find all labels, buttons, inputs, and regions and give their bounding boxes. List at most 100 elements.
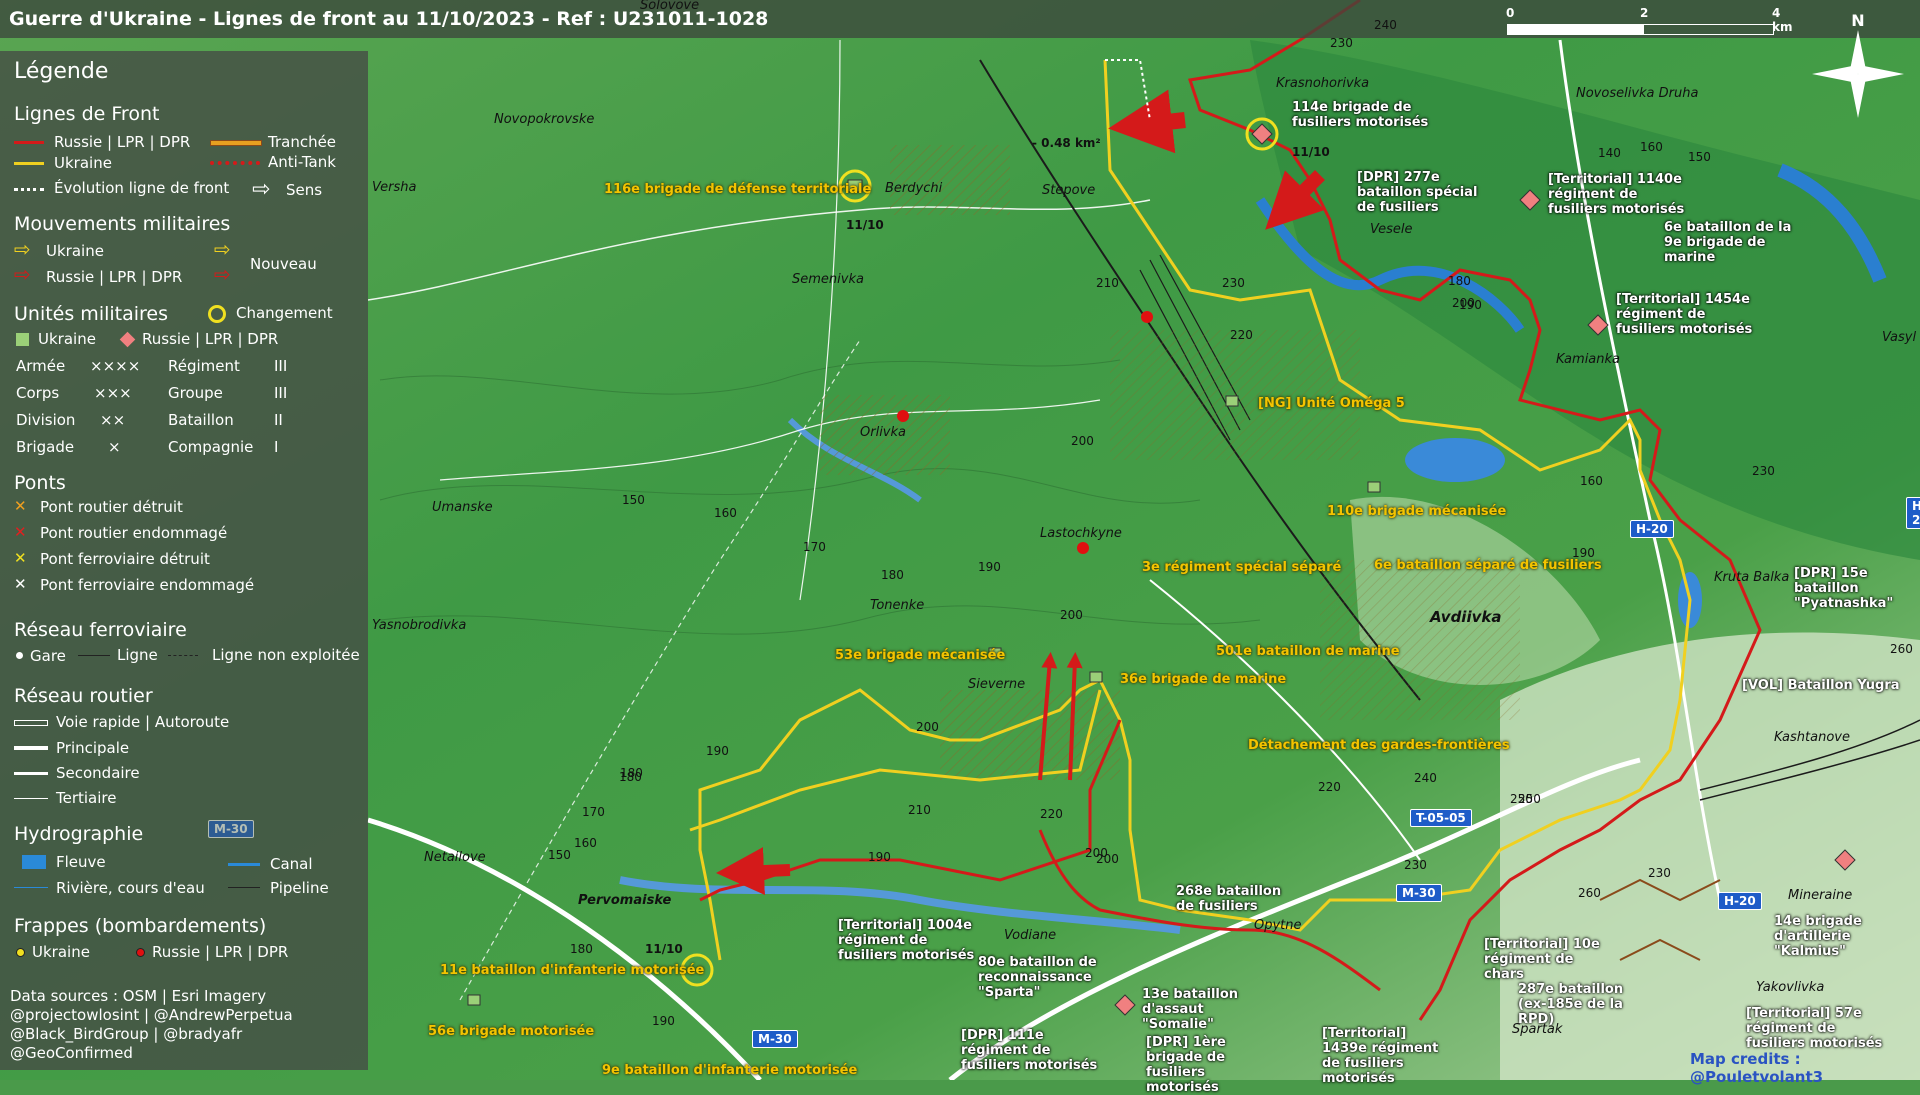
elevation-label: 200: [1060, 608, 1083, 622]
ru-unit-label: [Territorial] 10e régiment de chars: [1484, 937, 1600, 982]
elevation-label: 210: [908, 803, 931, 817]
legend-unit-division-sym: ××: [100, 411, 126, 429]
north-arrow-icon: N: [1812, 11, 1904, 118]
legend-panel: Légende Lignes de Front Russie | LPR | D…: [0, 51, 368, 1070]
lake-avdiivka: [1405, 438, 1505, 482]
road-label-m30: M-30: [1396, 884, 1442, 902]
ua-unit-label: 6e bataillon séparé de fusiliers: [1374, 558, 1602, 573]
scale-label-2: 2: [1640, 6, 1649, 20]
road-label-t0505: T-05-05: [1410, 809, 1472, 827]
ru-unit-label: 287e bataillon (ex-185e de la RPD): [1518, 982, 1624, 1027]
town-label: Veselе: [1370, 222, 1413, 237]
ua-unit-label: 116e brigade de défense territoriale: [604, 182, 872, 197]
ua-unit-marker-6: [467, 994, 481, 1006]
ua-unit-label: 9e bataillon d'infanterie motorisée: [602, 1063, 858, 1078]
elevation-label: 190: [706, 744, 729, 758]
elevation-label: 180: [881, 568, 904, 582]
ru-unit-label: [Territorial] 1140e régiment de fusilier…: [1548, 172, 1685, 217]
legend-bridge-road-damaged-icon: ✕: [14, 523, 27, 541]
elevation-label: 180: [1448, 274, 1471, 288]
town-label: Netailove: [424, 850, 486, 865]
ru-unit-label: [VOL] Bataillon Yugra: [1742, 678, 1900, 693]
legend-units-russia: Russie | LPR | DPR: [142, 330, 279, 348]
legend-front-ukraine: Ukraine: [54, 154, 112, 172]
elevation-label: 230: [1648, 866, 1671, 880]
legend-unit-battalion: Bataillon: [168, 411, 234, 429]
elevation-label: 160: [574, 836, 597, 850]
elevation-label: 230: [1330, 36, 1353, 50]
legend-yellow-line-icon: [14, 162, 44, 165]
legend-unit-army-sym: ××××: [90, 357, 141, 375]
town-label: Krasnohorivka: [1276, 76, 1370, 91]
legend-front-russia: Russie | LPR | DPR: [54, 133, 191, 151]
town-label: Kamianka: [1556, 352, 1621, 367]
date-label: 11/10: [645, 942, 683, 956]
legend-move-ukraine: Ukraine: [46, 242, 104, 260]
elevation-label: 150: [548, 848, 571, 862]
legend-change-ring-icon: [208, 305, 226, 323]
ru-unit-label: [DPR] 15e bataillon "Pyatnashka": [1794, 566, 1894, 611]
town-label: Stepove: [1042, 183, 1096, 198]
legend-tertiary-road-icon: [14, 798, 48, 799]
legend-movements-title: Mouvements militaires: [14, 213, 231, 235]
elevation-label: 190: [978, 560, 1001, 574]
legend-unit-corps: Corps: [16, 384, 60, 402]
legend-bridge-road-destroyed-icon: ✕: [14, 497, 27, 515]
ru-unit-label: [Territorial] 1439e régiment de fusilier…: [1322, 1026, 1439, 1086]
legend-hydro-river-big: Fleuve: [56, 853, 106, 871]
ua-unit-label: 11e bataillon d'infanterie motorisée: [440, 963, 705, 978]
legend-rail-line: Ligne: [117, 646, 158, 664]
ru-unit-label: 80e bataillon de reconnaissance "Sparta": [978, 955, 1097, 1000]
legend-unit-regiment: Régiment: [168, 357, 240, 375]
date-label: 11/10: [1292, 145, 1330, 159]
ru-unit-label: [DPR] 111e régiment de fusiliers motoris…: [961, 1028, 1098, 1073]
legend-bridge-road-damaged: Pont routier endommagé: [40, 524, 228, 542]
legend-bridge-road-destroyed: Pont routier détruit: [40, 498, 183, 516]
legend-ru-new-arrow-icon: ⇨: [214, 262, 231, 286]
ua-unit-label: [NG] Unité Oméga 5: [1258, 396, 1405, 411]
town-label: Umanske: [432, 500, 493, 515]
legend-strike-ukraine: Ukraine: [32, 943, 90, 961]
town-label: Vodiane: [1004, 928, 1057, 943]
legend-river-icon: [14, 887, 48, 888]
legend-units-title: Unités militaires: [14, 303, 169, 325]
road-label-h20-edge: H-20: [1906, 497, 1920, 529]
legend-trench: Tranchée: [268, 133, 337, 151]
legend-bridge-rail-destroyed-icon: ✕: [14, 549, 27, 567]
legend-rail-line-icon: [78, 655, 110, 656]
ru-unit-label: [Territorial] 1004e régiment de fusilier…: [838, 918, 975, 963]
elevation-label: 170: [803, 540, 826, 554]
ru-unit-label: 13e bataillon d'assaut "Somalie": [1142, 987, 1239, 1032]
legend-road-secondary: Secondaire: [56, 764, 140, 782]
elevation-label: 230: [1222, 276, 1245, 290]
legend-pipeline-icon: [228, 887, 260, 888]
legend-rail-unused: Ligne non exploitée: [212, 646, 360, 664]
legend-rail-unused-icon: [168, 655, 198, 656]
ua-unit-label: 3e régiment spécial séparé: [1142, 560, 1342, 575]
elevation-label: 150: [622, 493, 645, 507]
legend-unit-company-sym: I: [274, 438, 279, 456]
data-sources: Data sources : OSM | Esri Imagery @proje…: [10, 987, 293, 1063]
legend-ru-unit-icon: [119, 331, 136, 348]
advance-arrow-ru-west: [716, 847, 791, 896]
legend-ua-move-arrow-icon: ⇨: [14, 237, 31, 261]
legend-move-new: Nouveau: [250, 255, 317, 273]
elevation-label: 160: [1580, 474, 1603, 488]
legend-road-highway: Voie rapide | Autoroute: [56, 713, 230, 731]
ua-unit-label: 53e brigade mécanisée: [835, 648, 1006, 663]
legend-road-main: Principale: [56, 739, 130, 757]
ua-unit-label: 110e brigade mécanisée: [1327, 504, 1507, 519]
title-bar: Guerre d'Ukraine - Lignes de front au 11…: [0, 0, 1920, 38]
legend-ua-unit-icon: [16, 333, 29, 346]
town-label: Tonenke: [870, 598, 925, 613]
town-label: Opytne: [1254, 918, 1302, 933]
elevation-label: 200: [916, 720, 939, 734]
ru-unit-label: [DPR] 1ère brigade de fusiliers motorisé…: [1146, 1035, 1226, 1095]
elevation-label: 240: [1374, 18, 1397, 32]
elevation-label: 150: [1688, 150, 1711, 164]
elevation-label: 220: [1318, 780, 1341, 794]
legend-antitank-icon: [210, 161, 260, 165]
legend-strike-ua-icon: [16, 948, 25, 957]
town-label: Kashtanove: [1774, 730, 1850, 745]
legend-strikes-title: Frappes (bombardements): [14, 915, 267, 937]
